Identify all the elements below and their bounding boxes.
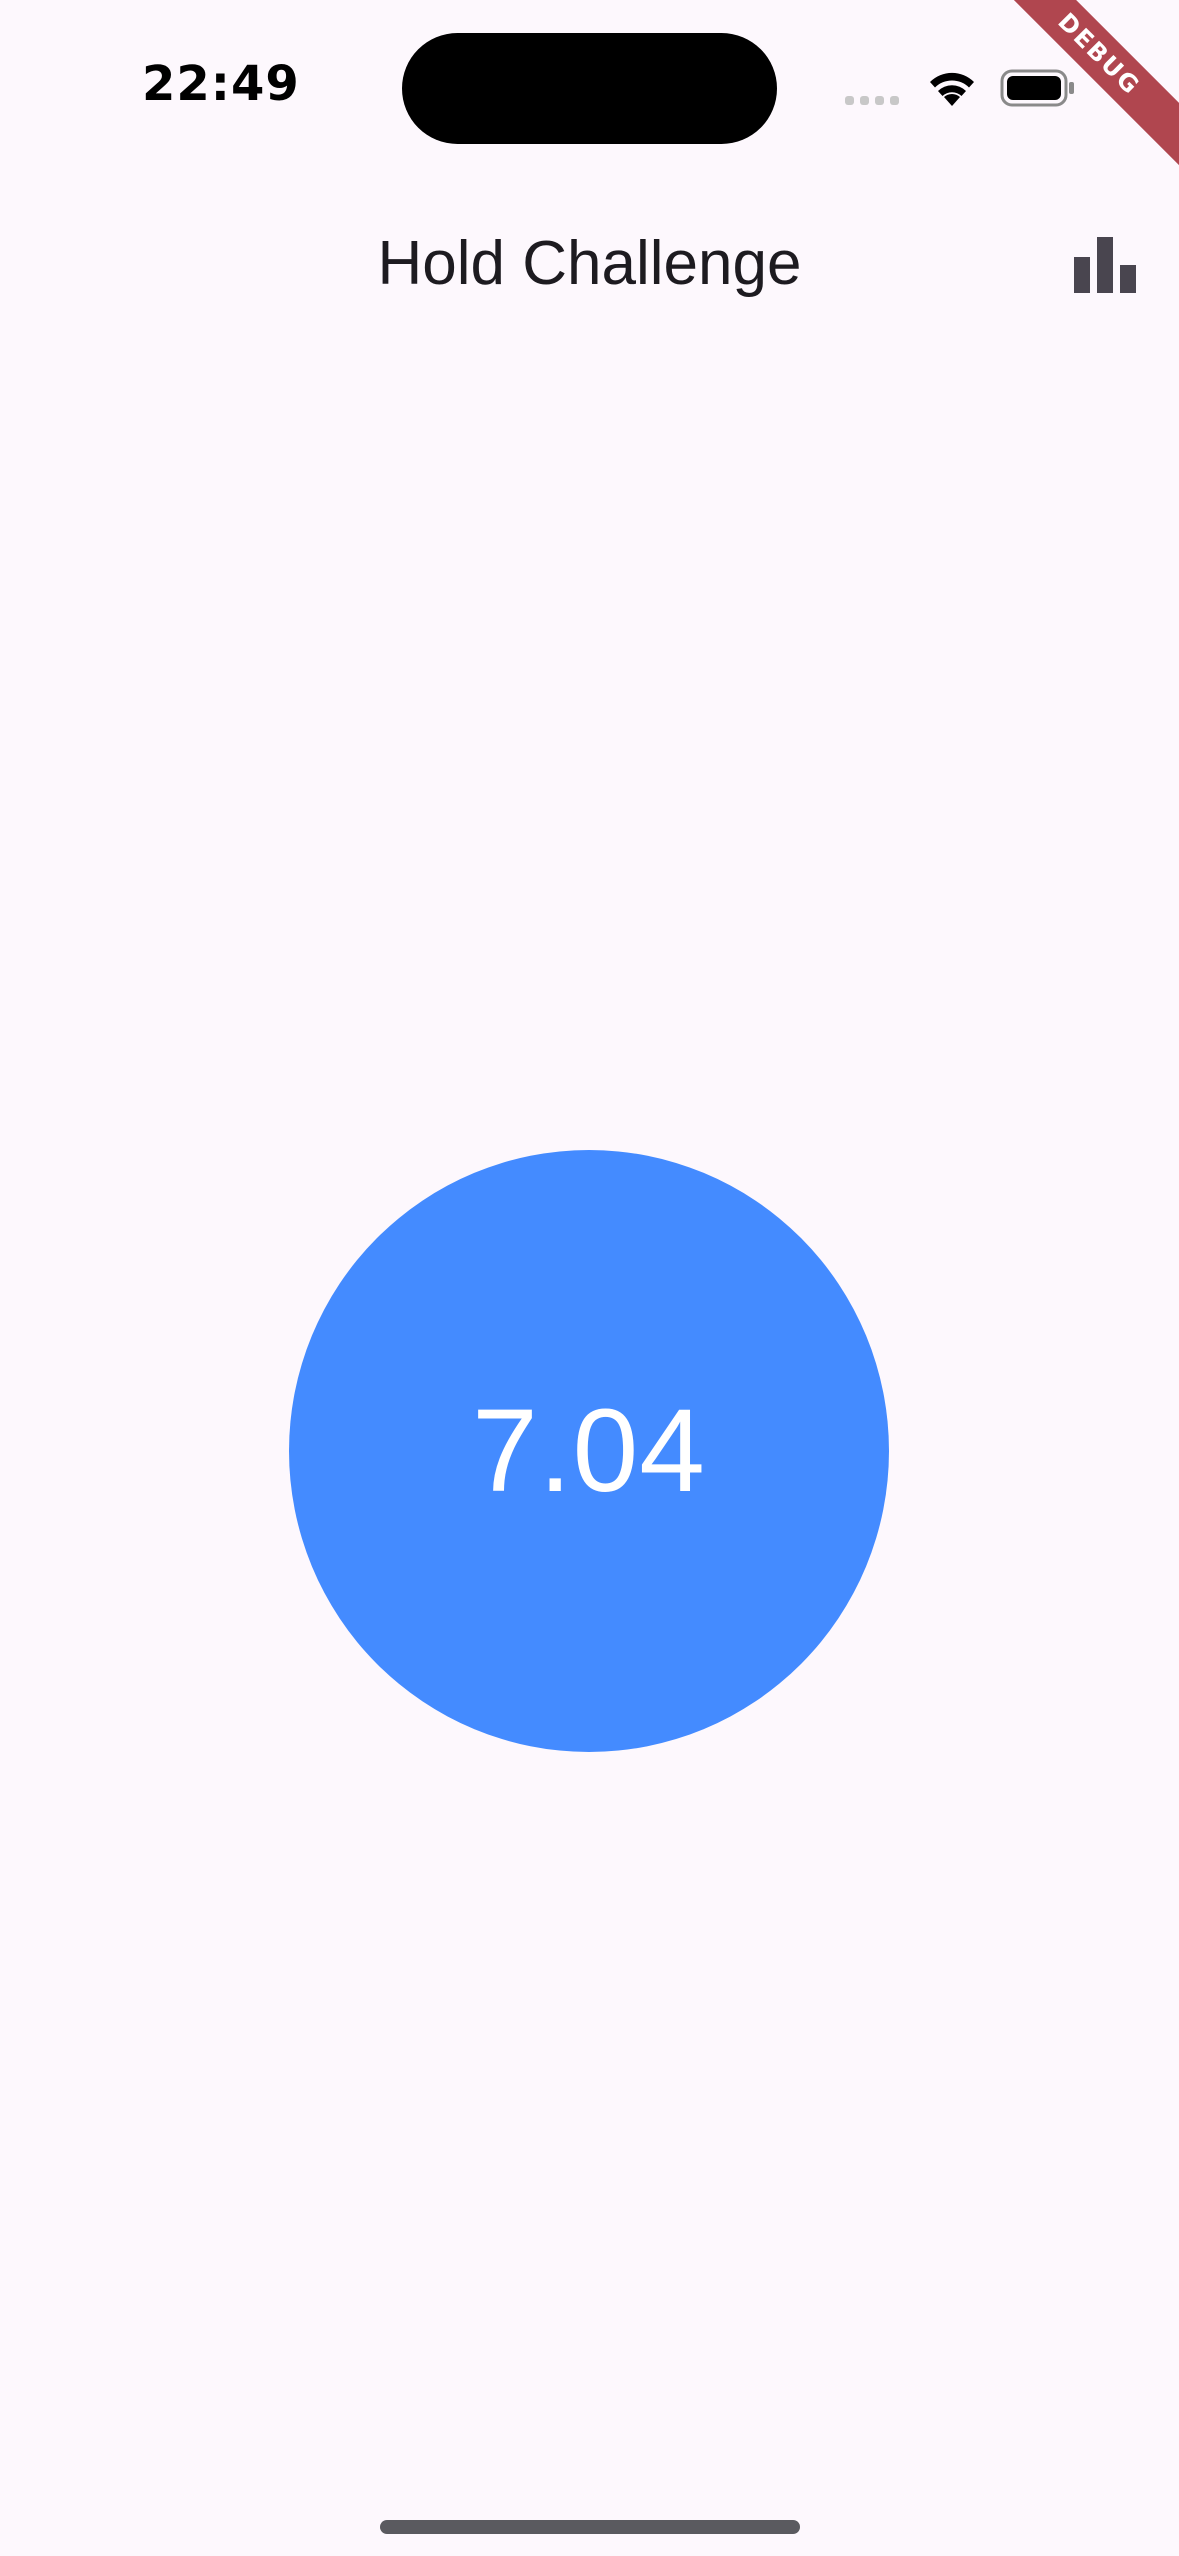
bar-chart-icon xyxy=(1074,237,1136,293)
status-bar: 22:49 xyxy=(0,0,1179,170)
wifi-icon xyxy=(930,72,974,106)
cellular-signal-icon xyxy=(845,96,899,105)
app-bar: Hold Challenge xyxy=(0,200,1179,330)
timer-value: 7.04 xyxy=(472,1385,706,1517)
dynamic-island xyxy=(402,33,777,144)
battery-icon xyxy=(1000,69,1074,107)
page-title: Hold Challenge xyxy=(377,229,802,298)
status-time: 22:49 xyxy=(142,56,300,112)
stats-button[interactable] xyxy=(1060,220,1150,310)
hold-button[interactable]: 7.04 xyxy=(289,1150,889,1752)
home-indicator[interactable] xyxy=(380,2520,800,2534)
